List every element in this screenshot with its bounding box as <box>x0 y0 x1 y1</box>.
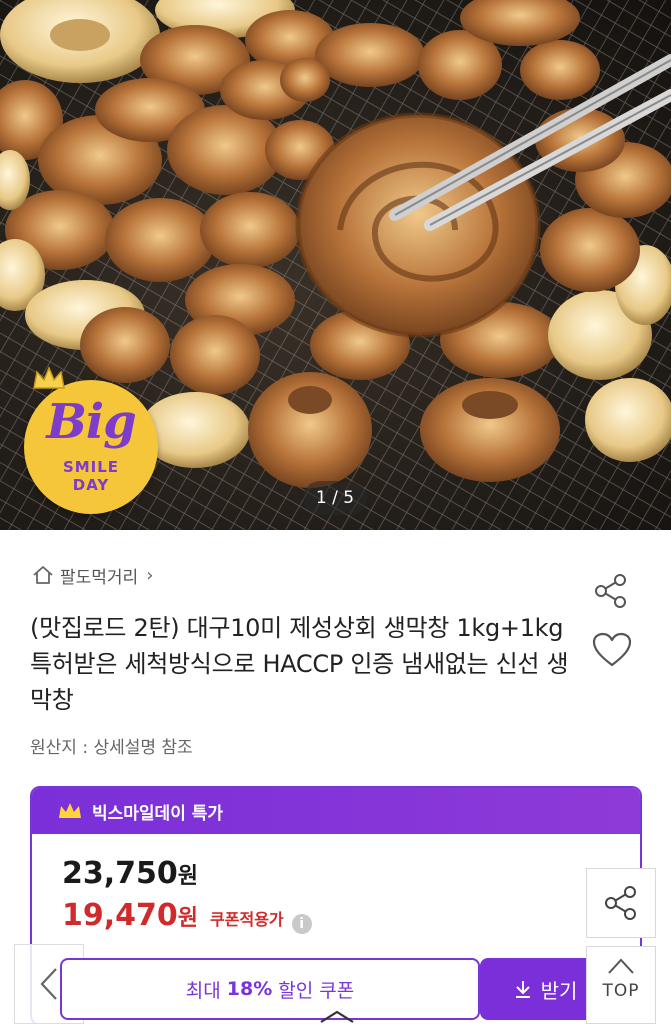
crown-icon <box>59 803 81 818</box>
original-price-currency: 원 <box>177 864 199 889</box>
floating-share-button[interactable] <box>586 868 656 938</box>
sale-price-currency: 원 <box>177 906 199 931</box>
chevron-left-icon <box>40 968 57 1000</box>
home-icon <box>33 566 53 584</box>
product-title: (맛집로드 2탄) 대구10미 제성상회 생막창 1kg+1kg 특허받은 세척… <box>30 614 569 714</box>
price-card-header: 빅스마일데이 특가 <box>32 788 640 834</box>
top-label: TOP <box>602 981 640 1001</box>
sale-price-value: 19,470 <box>62 898 178 933</box>
sale-price: 19,470원 <box>62 898 198 933</box>
coupon-prefix: 최대 <box>185 979 221 1002</box>
share-icon[interactable] <box>592 572 630 610</box>
badge-smile-day-text: SMILE DAY <box>24 458 158 494</box>
sale-price-row: 19,470원 쿠폰적용가 i <box>62 898 312 934</box>
crown-icon <box>33 366 65 389</box>
original-price-value: 23,750 <box>62 856 178 891</box>
badge-big-text: Big <box>46 394 136 450</box>
collapse-chevron-icon[interactable] <box>315 1010 359 1024</box>
badge-smile-text: SMILE <box>62 458 120 476</box>
big-smile-day-badge: Big SMILE DAY <box>24 366 158 514</box>
chevron-up-icon <box>608 958 634 974</box>
chevron-right-icon: › <box>146 564 154 586</box>
product-image[interactable]: Big SMILE DAY 1 / 5 <box>0 0 671 530</box>
get-coupon-label: 받기 <box>540 978 578 1003</box>
coupon-percent: 18% <box>226 978 273 1000</box>
coupon-applied-label: 쿠폰적용가 <box>210 910 284 929</box>
price-card-title: 빅스마일데이 특가 <box>92 803 224 824</box>
wishlist-heart-icon[interactable] <box>592 632 632 668</box>
seller-name: 팔도먹거리 <box>60 567 139 588</box>
scroll-to-top-button[interactable]: TOP <box>586 946 656 1024</box>
info-icon[interactable]: i <box>291 914 312 934</box>
coupon-suffix: 할인 쿠폰 <box>278 979 355 1002</box>
badge-day-text: DAY <box>72 476 110 494</box>
seller-breadcrumb[interactable]: 팔도먹거리 › <box>32 562 153 588</box>
download-icon <box>515 981 530 998</box>
original-price: 23,750원 <box>62 856 198 891</box>
image-counter: 1 / 5 <box>303 481 367 515</box>
origin-info: 원산지 : 상세설명 참조 <box>30 738 193 758</box>
share-icon <box>605 886 636 920</box>
max-discount-coupon-button[interactable]: 최대 18% 할인 쿠폰 <box>60 958 480 1020</box>
